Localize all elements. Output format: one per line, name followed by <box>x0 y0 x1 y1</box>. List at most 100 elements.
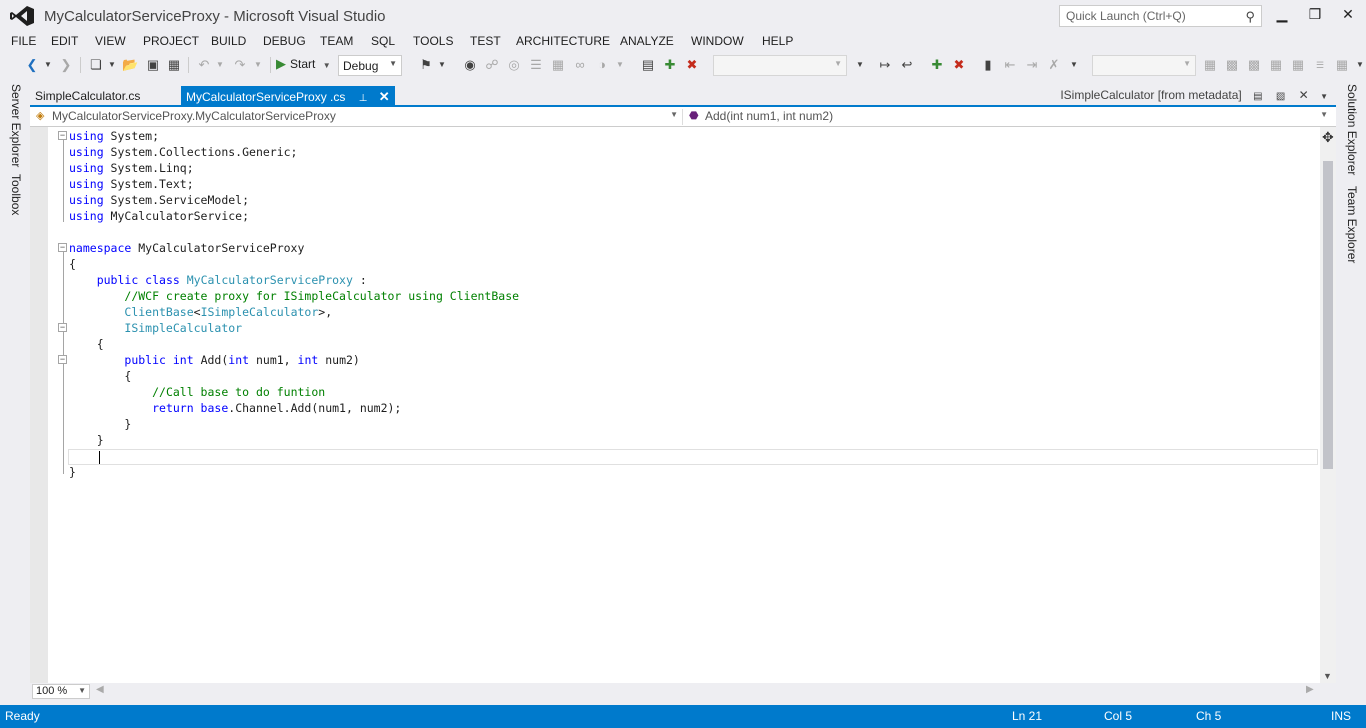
grid-small-icon[interactable]: ▦ <box>1290 57 1306 73</box>
comment-add-icon[interactable]: ✚ <box>929 57 945 73</box>
code-line[interactable]: using System; <box>69 128 519 144</box>
menu-project[interactable]: PROJECT <box>143 34 199 48</box>
tab-list-dropdown-icon[interactable]: ▼ <box>1320 92 1328 101</box>
lock-icon[interactable]: ▤ <box>1253 91 1262 102</box>
code-line[interactable]: { <box>69 368 519 384</box>
back-dropdown-icon[interactable]: ▼ <box>40 57 56 73</box>
sql-icon[interactable]: ☰ <box>1312 57 1328 73</box>
menu-build[interactable]: BUILD <box>211 34 246 48</box>
find-in-files-icon[interactable]: ⚑ <box>418 57 434 73</box>
scroll-thumb[interactable] <box>1323 161 1333 469</box>
code-line[interactable]: } <box>69 464 519 480</box>
code-line[interactable]: using System.ServiceModel; <box>69 192 519 208</box>
menu-analyze[interactable]: ANALYZE <box>620 34 674 48</box>
code-line[interactable]: using MyCalculatorService; <box>69 208 519 224</box>
attach-icon[interactable]: ☍ <box>484 57 500 73</box>
type-dropdown[interactable]: ◈ MyCalculatorServiceProxy.MyCalculatorS… <box>30 109 682 125</box>
open-file-icon[interactable]: 📂 <box>122 57 138 73</box>
new-project-dropdown-icon[interactable]: ▼ <box>104 57 120 73</box>
platform-select[interactable]: ▼ <box>1092 55 1196 76</box>
close-window-button[interactable]: ✕ <box>1336 6 1360 24</box>
code-line[interactable]: } <box>69 432 519 448</box>
code-line[interactable] <box>69 448 519 464</box>
step-into-icon[interactable]: ↦ <box>877 57 893 73</box>
menu-file[interactable]: FILE <box>11 34 36 48</box>
collapse-method-icon[interactable]: − <box>58 355 67 364</box>
next-bookmark-icon[interactable]: ⇥ <box>1024 57 1040 73</box>
more-dropdown-icon[interactable]: ▼ <box>612 57 628 73</box>
menu-tools[interactable]: TOOLS <box>413 34 453 48</box>
collapse-class-icon[interactable]: − <box>58 323 67 332</box>
code-line[interactable]: using System.Text; <box>69 176 519 192</box>
minimize-button[interactable]: ▁ <box>1270 6 1294 24</box>
menu-debug[interactable]: DEBUG <box>263 34 306 48</box>
menu-test[interactable]: TEST <box>470 34 501 48</box>
promote-tab-icon[interactable]: ▧ <box>1276 91 1285 102</box>
close-tab-icon[interactable]: ✕ <box>379 89 390 104</box>
code-line[interactable]: } <box>69 416 519 432</box>
undo-icon[interactable]: ↶ <box>196 57 212 73</box>
menu-sql[interactable]: SQL <box>371 34 395 48</box>
code-line[interactable] <box>69 224 519 240</box>
align-icon[interactable]: ▩ <box>1246 57 1262 73</box>
undo-dropdown-icon[interactable]: ▼ <box>212 57 228 73</box>
pin-icon[interactable]: ⊥ <box>359 93 368 104</box>
filter-icon[interactable]: ▦ <box>1334 57 1350 73</box>
tab-my-calculator-service-proxy[interactable]: MyCalculatorServiceProxy .cs ⊥ ✕ <box>181 86 395 106</box>
scroll-left-icon[interactable]: ◀ <box>96 684 104 695</box>
server-explorer-tab[interactable]: Server Explorer <box>9 84 23 167</box>
code-line[interactable]: return base.Channel.Add(num1, num2); <box>69 400 519 416</box>
preview-tab-label[interactable]: ISimpleCalculator [from metadata] <box>1060 88 1241 102</box>
restore-button[interactable]: ❒ <box>1303 6 1327 24</box>
add-breakpoint-icon[interactable]: ✚ <box>662 57 678 73</box>
code-editor[interactable]: − − − − using System; using System.Collec… <box>30 127 1336 683</box>
code-line[interactable]: { <box>69 256 519 272</box>
table-icon[interactable]: ▦ <box>550 57 566 73</box>
code-line[interactable]: public int Add(int num1, int num2) <box>69 352 519 368</box>
member-dropdown[interactable]: ⬣ Add(int num1, int num2) ▼ <box>682 109 1336 125</box>
menu-team[interactable]: TEAM <box>320 34 353 48</box>
scroll-down-icon[interactable]: ▼ <box>1323 671 1332 681</box>
scroll-right-icon[interactable]: ▶ <box>1306 684 1314 695</box>
bookmark-icon[interactable]: ▮ <box>980 57 996 73</box>
code-line[interactable]: //Call base to do funtion <box>69 384 519 400</box>
toolbar-overflow-icon[interactable]: ▼ <box>852 57 868 73</box>
code-line[interactable]: { <box>69 336 519 352</box>
code-line[interactable]: //WCF create proxy for ISimpleCalculator… <box>69 288 519 304</box>
screenshot-icon[interactable]: ◉ <box>462 57 478 73</box>
save-all-icon[interactable]: ▦ <box>166 57 182 73</box>
toolbar-more-icon[interactable]: ▼ <box>1352 57 1366 73</box>
redo-icon[interactable]: ↷ <box>232 57 248 73</box>
code-text[interactable]: using System; using System.Collections.Ge… <box>69 128 519 480</box>
code-line[interactable]: using System.Collections.Generic; <box>69 144 519 160</box>
close-preview-icon[interactable]: ✕ <box>1299 88 1309 102</box>
code-line[interactable]: ISimpleCalculator <box>69 320 519 336</box>
clear-bookmarks-icon[interactable]: ✗ <box>1046 57 1062 73</box>
collapse-namespace-icon[interactable]: − <box>58 243 67 252</box>
target-select[interactable]: ▼ <box>713 55 847 76</box>
menu-window[interactable]: WINDOW <box>691 34 744 48</box>
navigate-forward-icon[interactable]: ❯ <box>58 57 74 73</box>
save-icon[interactable]: ▣ <box>145 57 161 73</box>
menu-view[interactable]: VIEW <box>95 34 126 48</box>
document-icon[interactable]: ▤ <box>640 57 656 73</box>
camera-icon[interactable]: ◑ <box>594 57 610 73</box>
bookmarks-dropdown-icon[interactable]: ▼ <box>1066 57 1082 73</box>
split-editor-icon[interactable]: ✥ <box>1322 129 1334 146</box>
menu-help[interactable]: HELP <box>762 34 793 48</box>
solution-configuration-select[interactable]: Debug ▼ <box>338 55 402 76</box>
zoom-select[interactable]: 100 % ▼ <box>32 684 90 699</box>
code-line[interactable]: using System.Linq; <box>69 160 519 176</box>
team-explorer-tab[interactable]: Team Explorer <box>1345 186 1359 263</box>
browse-icon[interactable]: ◎ <box>506 57 522 73</box>
start-debugging-button[interactable]: ▶ Start ▼ <box>276 56 331 74</box>
new-project-icon[interactable]: ❏ <box>88 57 104 73</box>
prev-bookmark-icon[interactable]: ⇤ <box>1002 57 1018 73</box>
step-over-icon[interactable]: ↩ <box>899 57 915 73</box>
start-dropdown-icon[interactable]: ▼ <box>323 61 331 70</box>
link-icon[interactable]: ∞ <box>572 57 588 73</box>
layout-icon[interactable]: ▩ <box>1224 57 1240 73</box>
navigate-back-icon[interactable]: ❮ <box>24 57 40 73</box>
comment-remove-icon[interactable]: ✖ <box>951 57 967 73</box>
search-icon[interactable]: ⚲ <box>1245 9 1255 25</box>
